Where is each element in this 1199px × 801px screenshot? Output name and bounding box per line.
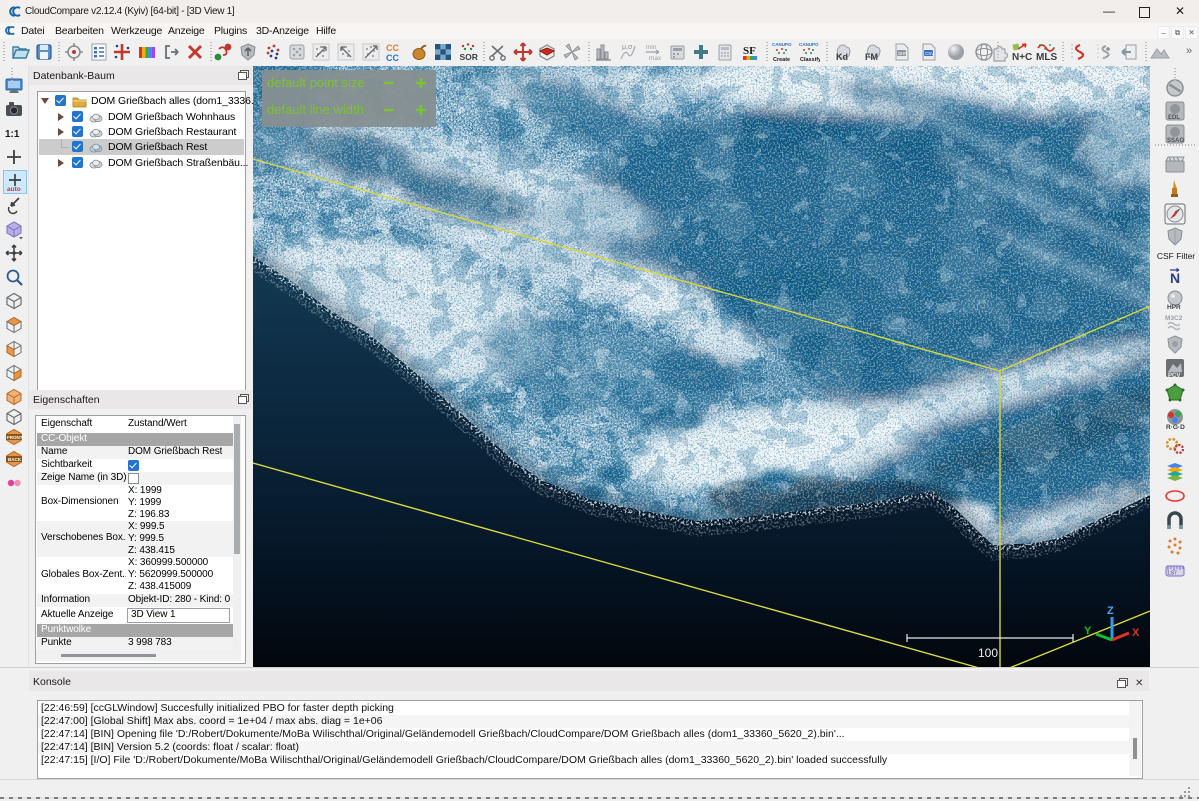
svg-text:PCV: PCV (1168, 373, 1180, 379)
svg-text:SOR: SOR (460, 52, 478, 62)
svg-text:100: 100 (978, 646, 998, 660)
svg-text:FM: FM (865, 52, 878, 62)
svg-text:SF: SF (743, 45, 756, 57)
svg-text:N+C: N+C (1012, 52, 1032, 63)
svg-text:EDL: EDL (1168, 115, 1180, 121)
svg-text:auto: auto (7, 186, 21, 193)
svg-text:Classify: Classify (800, 57, 820, 63)
svg-text:FRONT: FRONT (7, 435, 23, 440)
svg-text:Kd: Kd (836, 52, 848, 62)
svg-text:CC: CC (386, 53, 399, 63)
svg-text:default point size: default point size (267, 75, 365, 90)
svg-text:default line width: default line width (267, 102, 364, 117)
svg-text:1:1: 1:1 (5, 129, 20, 140)
svg-text:SHP: SHP (898, 51, 907, 56)
svg-text:μ,σ: μ,σ (622, 44, 633, 51)
svg-text:Z: Z (1107, 605, 1114, 617)
svg-text:CC: CC (386, 43, 399, 53)
svg-text:Create: Create (773, 57, 790, 63)
svg-text:R·G·D: R·G·D (1166, 424, 1185, 431)
svg-text:MLS: MLS (1036, 52, 1057, 63)
svg-text:1:87: 1:87 (1167, 571, 1177, 577)
svg-text:CANUPO: CANUPO (772, 42, 792, 47)
svg-text:N: N (1170, 270, 1180, 286)
svg-text:BACK: BACK (8, 457, 22, 462)
svg-text:min: min (646, 44, 657, 51)
svg-text:Y: Y (1084, 625, 1092, 637)
svg-text:M3C2: M3C2 (1165, 315, 1183, 322)
svg-text:CSV: CSV (925, 51, 934, 56)
svg-text:X: X (1132, 627, 1140, 639)
svg-text:CANUPO: CANUPO (799, 42, 819, 47)
svg-text:max: max (649, 55, 662, 62)
